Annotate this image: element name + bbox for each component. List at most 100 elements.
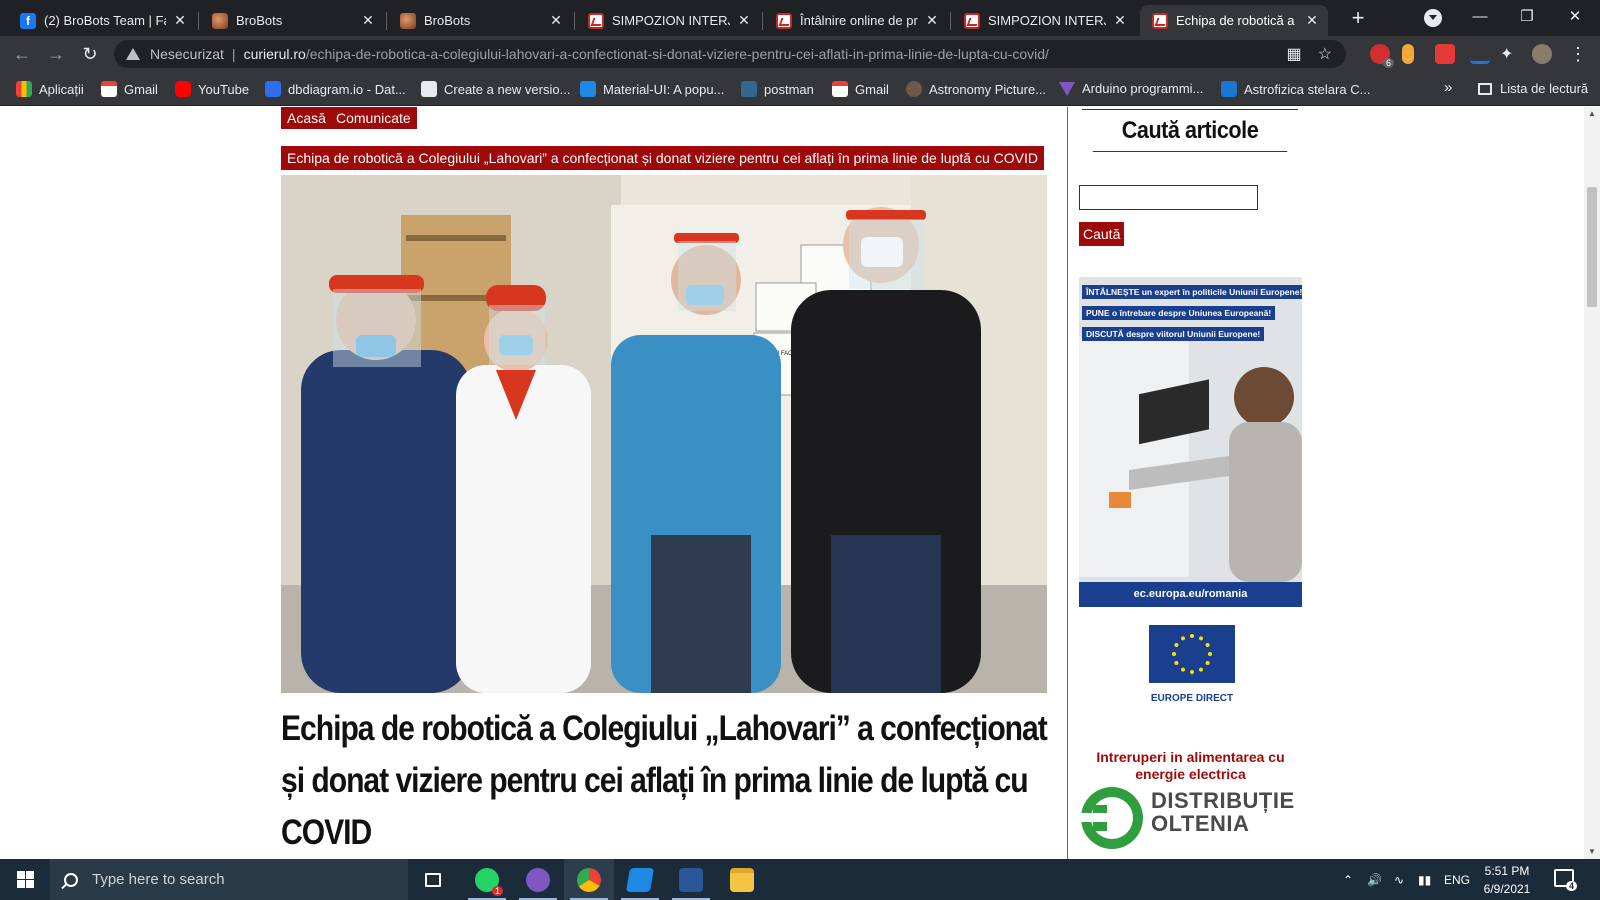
bookmark-arduino[interactable]: Arduino programmi... [1059, 81, 1203, 96]
close-tab-icon[interactable]: ✕ [360, 12, 376, 29]
tab-separator [198, 12, 199, 30]
taskbar-discord[interactable] [513, 859, 563, 900]
taskbar-vscode[interactable] [615, 859, 665, 900]
forward-arrow-icon[interactable]: → [44, 42, 68, 66]
eu-flag-icon[interactable] [1149, 625, 1235, 683]
tab-brobots-2[interactable]: BroBots ✕ [388, 5, 572, 36]
astro-icon [1221, 81, 1237, 97]
article-photo[interactable]: NU FACEM [281, 175, 1047, 693]
taskbar-file-explorer[interactable] [717, 859, 767, 900]
close-tab-icon[interactable]: ✕ [1112, 12, 1128, 29]
extensions-puzzle-icon[interactable]: ✦ [1500, 44, 1520, 64]
battery-icon[interactable]: ▮▮ [1418, 859, 1431, 900]
gmail-icon [832, 81, 848, 97]
sidebar-search-button[interactable]: Caută [1079, 222, 1125, 246]
bookmark-dbdiagram[interactable]: dbdiagram.io - Dat... [265, 81, 406, 97]
bookmark-apps[interactable]: Aplicații [16, 81, 84, 97]
warning-icon[interactable] [126, 48, 140, 60]
url-host[interactable]: curierul.ro [244, 46, 306, 62]
reload-icon[interactable]: ↻ [78, 42, 102, 66]
oltenia-logo-icon [1079, 787, 1143, 849]
url-path[interactable]: /echipa-de-robotica-a-colegiului-lahovar… [306, 46, 1049, 62]
wifi-icon[interactable]: ∿ [1394, 859, 1404, 900]
page-viewport: Acasă Comunicate Echipa de robotică a Co… [0, 107, 1584, 859]
bookmark-create-version[interactable]: Create a new versio... [421, 81, 570, 97]
new-tab-button[interactable]: + [1345, 6, 1371, 32]
distributie-oltenia-logo[interactable]: DISTRIBUȚIE OLTENIA [1079, 783, 1302, 853]
extension-orange-icon[interactable] [1402, 44, 1414, 64]
close-tab-icon[interactable]: ✕ [924, 12, 940, 29]
tab-simpozion-2[interactable]: SIMPOZION INTERJUD ✕ [952, 5, 1136, 36]
bookmark-youtube[interactable]: YouTube [175, 81, 249, 97]
bookmark-star-icon[interactable]: ☆ [1318, 44, 1332, 64]
page-scrollbar[interactable]: ▲ ▼ [1584, 107, 1600, 859]
minimize-button[interactable]: — [1457, 5, 1503, 29]
pdf-icon [588, 12, 604, 29]
extension-video-icon[interactable] [1435, 44, 1455, 64]
europe-direct-caption: EUROPE DIRECT [1150, 693, 1234, 704]
close-tab-icon[interactable]: ✕ [548, 12, 564, 29]
address-bar[interactable]: Nesecurizat | curierul.ro /echipa-de-rob… [114, 40, 1346, 68]
start-button[interactable] [0, 859, 50, 900]
sidebar-search-input[interactable] [1079, 185, 1258, 210]
postgres-icon [741, 81, 757, 97]
extension-pen-icon[interactable] [1470, 44, 1490, 64]
apod-icon [906, 81, 922, 97]
gmail-icon [101, 81, 117, 97]
volume-icon[interactable]: 🔊 [1367, 859, 1382, 900]
taskbar-chrome[interactable] [564, 859, 614, 900]
menu-dots-icon[interactable]: ⋮ [1566, 42, 1590, 66]
eu-banner-ad[interactable]: ÎNTÂLNEȘTE un expert în politicile Uniun… [1079, 277, 1302, 607]
bookmark-label: Create a new versio... [444, 81, 571, 97]
extension-red-icon[interactable]: 6 [1370, 44, 1394, 68]
bookmark-astrofizica[interactable]: Astrofizica stelara C... [1221, 81, 1370, 97]
scroll-up-arrow-icon[interactable]: ▲ [1584, 107, 1600, 121]
bookmark-gmail[interactable]: Gmail [101, 81, 158, 97]
tray-chevron-icon[interactable]: ⌃ [1343, 859, 1353, 900]
whatsapp-icon: 1 [475, 867, 503, 896]
tab-title: SIMPOZION INTERJUD [988, 13, 1106, 28]
tab-search-icon[interactable] [1424, 9, 1442, 27]
taskbar-clock[interactable]: 5:51 PM 6/9/2021 [1472, 862, 1542, 898]
scroll-down-arrow-icon[interactable]: ▼ [1584, 845, 1600, 859]
tab-brobots-1[interactable]: BroBots ✕ [200, 5, 384, 36]
close-tab-icon[interactable]: ✕ [172, 12, 188, 29]
taskbar-search-box[interactable]: Type here to search [50, 859, 408, 900]
taskbar-word[interactable] [666, 859, 716, 900]
bookmark-astronomy[interactable]: Astronomy Picture... [906, 81, 1046, 97]
task-view-button[interactable] [408, 859, 458, 900]
pdf-icon [964, 12, 980, 29]
close-tab-icon[interactable]: ✕ [736, 12, 752, 29]
back-arrow-icon[interactable]: ← [10, 42, 34, 66]
bookmark-gmail-2[interactable]: Gmail [832, 81, 889, 97]
tab-strip: f (2) BroBots Team | Fac ✕ BroBots ✕ Bro… [0, 0, 1600, 36]
bookmark-material-ui[interactable]: Material-UI: A popu... [580, 81, 724, 97]
bookmark-label: Gmail [124, 81, 158, 97]
taskbar-whatsapp[interactable]: 1 [462, 859, 512, 900]
breadcrumb-home[interactable]: Acasă [281, 107, 332, 129]
bookmark-label: Astrofizica stelara C... [1244, 81, 1371, 97]
breadcrumb-comunicate[interactable]: Comunicate [330, 107, 417, 129]
clock-date: 6/9/2021 [1483, 882, 1531, 896]
omnibox-separator: | [231, 46, 236, 62]
restore-button[interactable]: ❐ [1504, 5, 1550, 29]
security-label[interactable]: Nesecurizat [150, 46, 224, 62]
language-indicator[interactable]: ENG [1444, 859, 1470, 900]
bookmarks-overflow-button[interactable]: » [1444, 79, 1452, 96]
tab-echipa-active[interactable]: Echipa de robotică a C ✕ [1140, 5, 1328, 36]
power-outage-link[interactable]: Intreruperi in alimentarea cu energie el… [1079, 749, 1302, 783]
folder-icon [730, 867, 754, 892]
bookmark-postman[interactable]: postman [741, 81, 814, 97]
profile-avatar[interactable] [1532, 44, 1552, 64]
scrollbar-thumb[interactable] [1587, 187, 1597, 307]
tab-intalnire[interactable]: Întâlnire online de pro ✕ [764, 5, 948, 36]
tab-simpozion-1[interactable]: SIMPOZION INTERJUD ✕ [576, 5, 760, 36]
close-tab-icon[interactable]: ✕ [1304, 12, 1320, 29]
tab-facebook[interactable]: f (2) BroBots Team | Fac ✕ [8, 5, 196, 36]
bookmark-label: YouTube [198, 81, 250, 97]
extension-badge: 6 [1382, 58, 1394, 68]
close-window-button[interactable]: ✕ [1552, 5, 1598, 29]
reading-list-button[interactable]: Lista de lectură [1478, 81, 1588, 96]
brobots-icon [400, 12, 416, 29]
qr-code-icon[interactable]: ▦ [1287, 44, 1302, 64]
